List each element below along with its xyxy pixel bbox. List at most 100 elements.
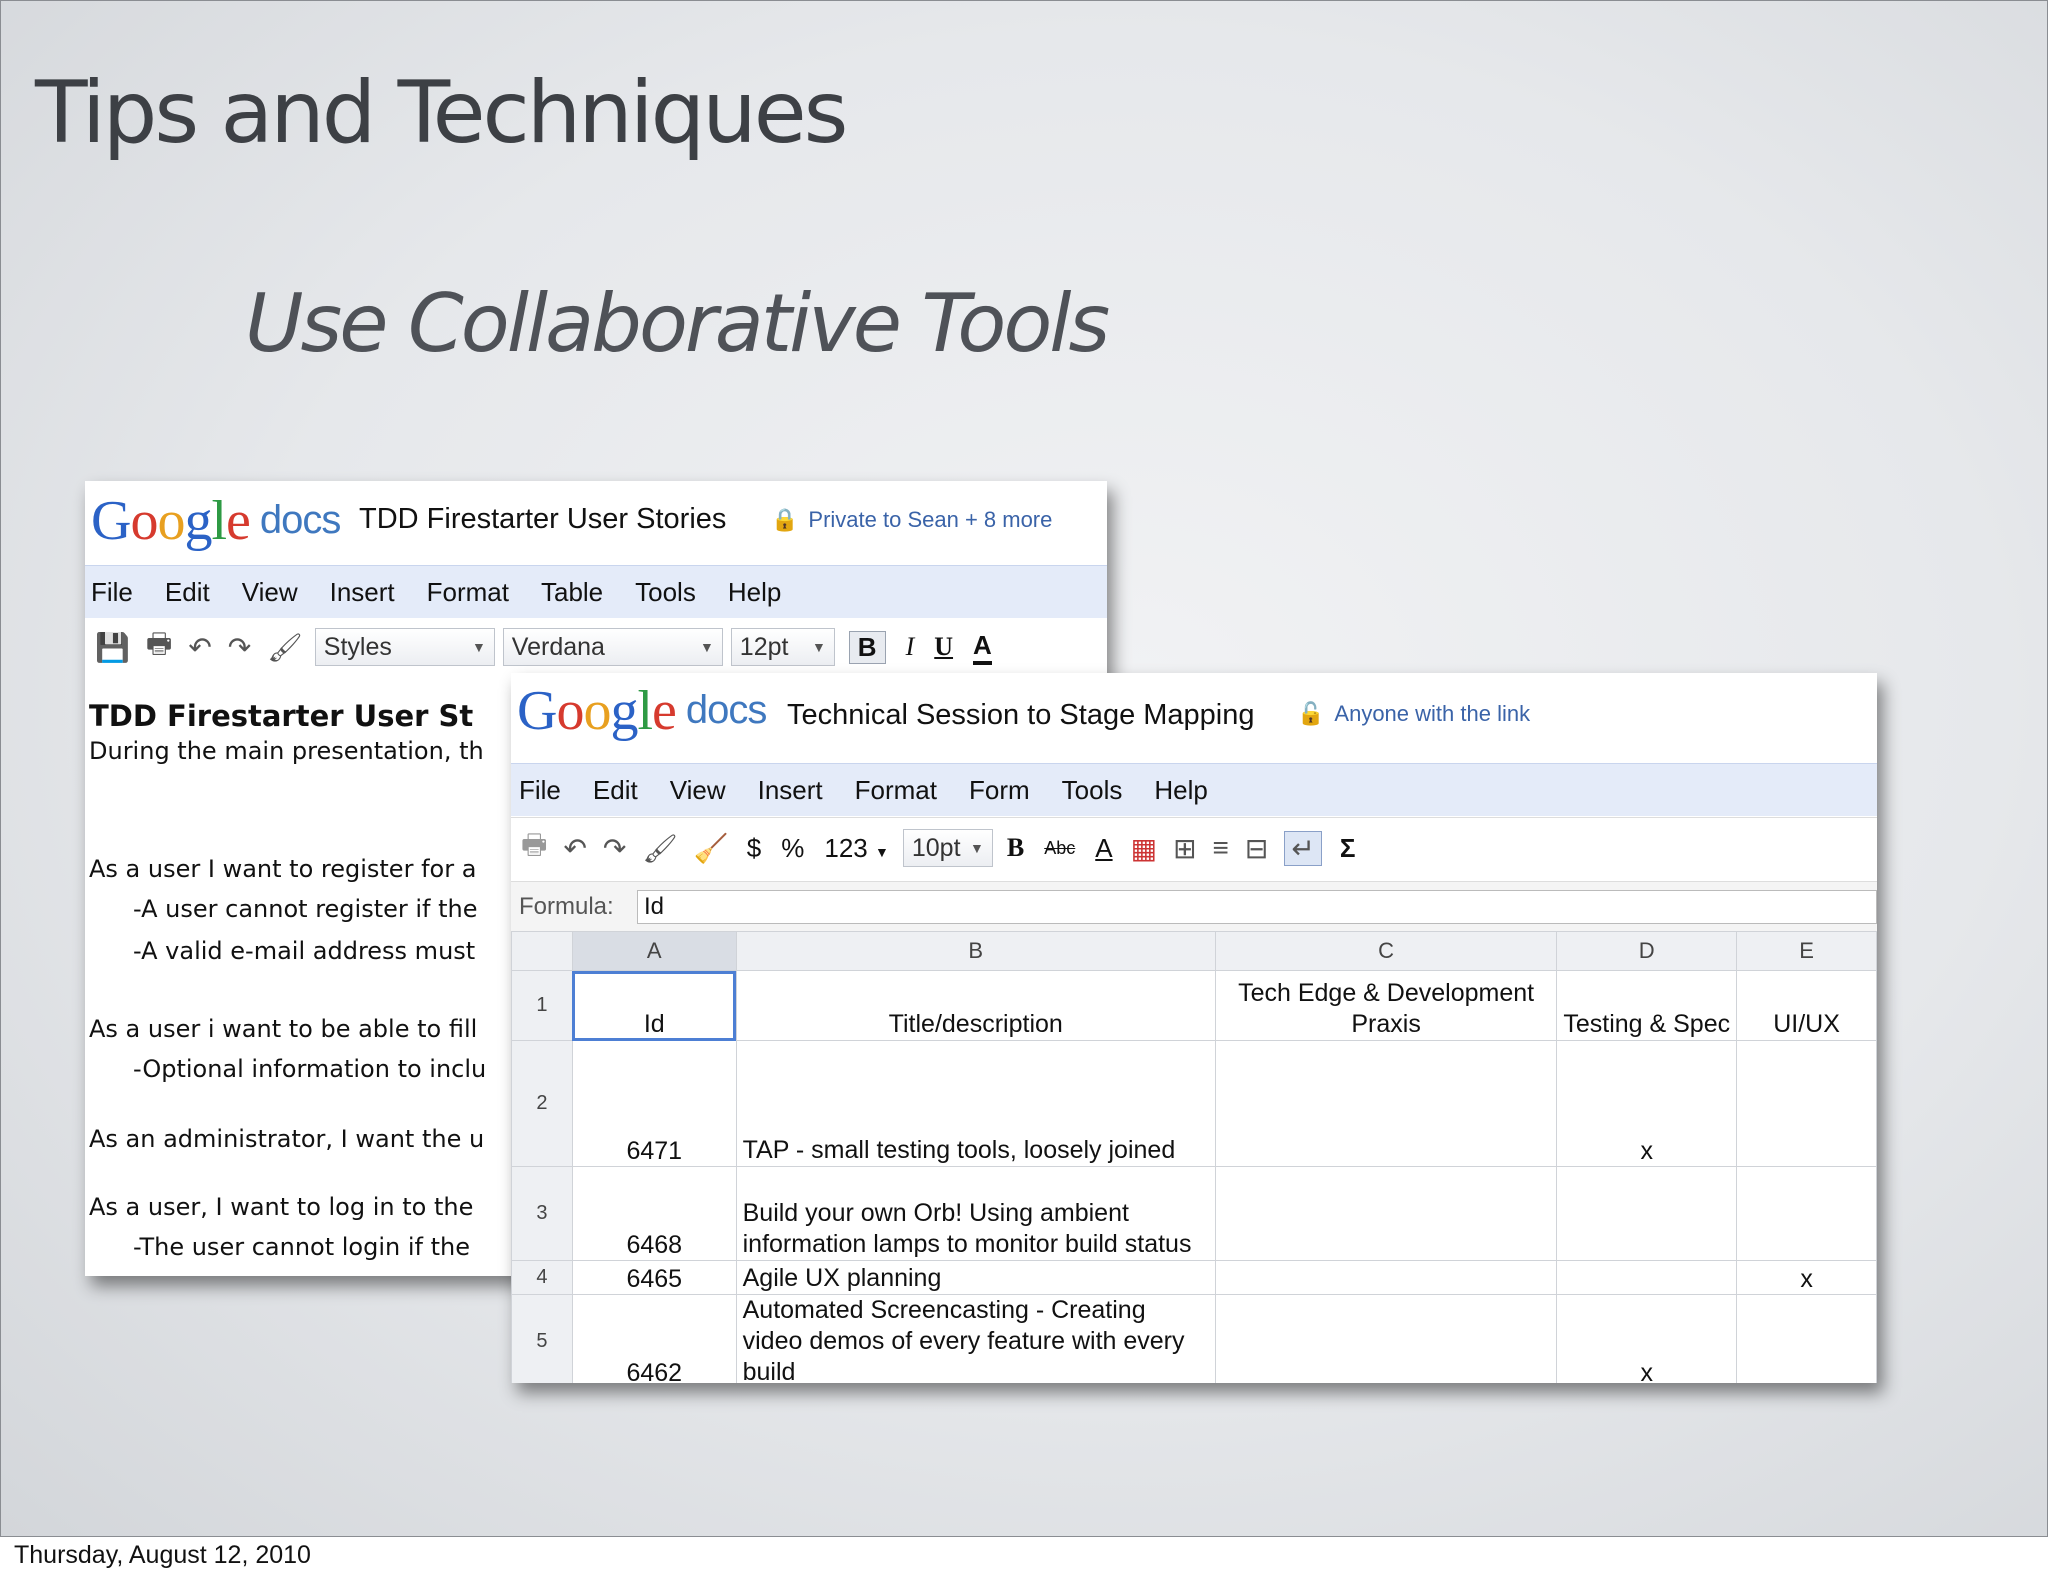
cell-d1[interactable]: Testing & Spec [1556,970,1738,1041]
cell-c1[interactable]: Tech Edge & Development Praxis [1214,970,1558,1041]
menu-file[interactable]: File [91,577,133,608]
row-header[interactable]: 1 [511,970,573,1041]
menu-view[interactable]: View [670,775,726,806]
save-icon[interactable]: 💾 [95,631,130,664]
bold-button[interactable]: B [1007,833,1024,863]
sharing-status[interactable]: 🔒 Private to Sean + 8 more [771,507,1052,533]
cell-c5[interactable] [1214,1294,1558,1383]
row-header[interactable]: 2 [511,1040,573,1167]
cell-d2[interactable]: x [1556,1040,1738,1167]
font-size-dropdown[interactable]: 12pt ▼ [730,628,835,666]
italic-button[interactable]: I [906,632,915,662]
redo-icon[interactable]: ↷ [603,832,626,865]
currency-format-button[interactable]: $ [747,833,761,864]
paint-format-icon[interactable]: 🖌 [642,832,678,865]
menu-format[interactable]: Format [855,775,937,806]
cell-d5[interactable]: x [1556,1294,1738,1383]
print-icon[interactable]: 🖶 [521,824,547,872]
sum-button[interactable]: Σ [1340,833,1356,864]
strikethrough-button[interactable]: Abc [1044,838,1075,859]
cell-a2[interactable]: 6471 [571,1040,737,1167]
font-size-dropdown[interactable]: 10pt ▼ [902,829,993,867]
align-icon[interactable]: ≡ [1213,832,1229,864]
google-docs-logo[interactable]: Google docs [91,489,341,553]
row-header[interactable]: 3 [511,1166,573,1261]
doc-toolbar: 💾 🖶 ↶ ↷ 🖌 Styles ▼ Verdana ▼ 12pt ▼ B I U A [85,617,1107,677]
cell-c2[interactable] [1214,1040,1558,1167]
menu-tools[interactable]: Tools [635,577,696,608]
slide: Tips and Techniques Use Collaborative To… [0,0,2048,1537]
doc-menubar: File Edit View Insert Format Table Tools… [85,565,1107,618]
menu-tools[interactable]: Tools [1062,775,1123,806]
text-color-button[interactable]: A [973,630,992,665]
google-docs-logo[interactable]: Google docs [517,679,767,743]
cell-a1[interactable]: Id [571,970,737,1041]
cell-e2[interactable] [1736,1040,1877,1167]
corner-cell[interactable] [511,931,573,971]
menu-format[interactable]: Format [427,577,509,608]
percent-format-button[interactable]: % [781,833,804,864]
cell-e5[interactable] [1736,1294,1877,1383]
menu-table[interactable]: Table [541,577,603,608]
cell-b2[interactable]: TAP - small testing tools, loosely joine… [735,1040,1216,1167]
row-header[interactable]: 5 [511,1294,573,1383]
text-color-button[interactable]: A [1095,833,1112,864]
body-line: -The user cannot login if the [133,1233,470,1261]
fill-color-icon[interactable]: ▦ [1131,832,1157,865]
table-row: 5 6462 Automated Screencasting - Creatin… [511,1294,1877,1383]
menu-file[interactable]: File [519,775,561,806]
undo-icon[interactable]: ↶ [563,832,586,865]
document-title[interactable]: TDD Firestarter User Stories [359,503,726,536]
cell-a3[interactable]: 6468 [571,1166,737,1261]
cell-e3[interactable] [1736,1166,1877,1261]
cell-e4[interactable]: x [1736,1260,1877,1295]
cell-d4[interactable] [1556,1260,1738,1295]
menu-help[interactable]: Help [728,577,781,608]
spreadsheet-grid: A B C D E 1 Id Title/description Tech Ed… [511,931,1877,1383]
cell-c3[interactable] [1214,1166,1558,1261]
underline-button[interactable]: U [934,632,953,662]
row-header[interactable]: 4 [511,1260,573,1295]
wrap-text-icon[interactable]: ↵ [1284,830,1322,866]
cell-a4[interactable]: 6465 [571,1260,737,1295]
cell-d3[interactable] [1556,1166,1738,1261]
table-row: 2 6471 TAP - small testing tools, loosel… [511,1040,1877,1167]
paint-format-icon[interactable]: 🖌 [267,631,303,664]
menu-form[interactable]: Form [969,775,1030,806]
font-dropdown[interactable]: Verdana ▼ [502,628,723,666]
body-line: As a user i want to be able to fill [89,1015,478,1043]
styles-dropdown[interactable]: Styles ▼ [314,628,495,666]
cell-e1[interactable]: UI/UX [1736,970,1877,1041]
table-row: 3 6468 Build your own Orb! Using ambient… [511,1166,1877,1261]
spreadsheet-title[interactable]: Technical Session to Stage Mapping [787,699,1255,732]
cell-b3[interactable]: Build your own Orb! Using ambient inform… [735,1166,1216,1261]
clear-format-icon[interactable]: 🧹 [694,832,729,865]
menu-view[interactable]: View [242,577,298,608]
formula-input[interactable]: Id [637,890,1877,924]
cell-b5[interactable]: Automated Screencasting - Creating video… [735,1294,1216,1383]
print-icon[interactable]: 🖶 [146,623,172,671]
cell-c4[interactable] [1214,1260,1558,1295]
number-format-button[interactable]: 123 ▼ [824,833,888,864]
sharing-status[interactable]: 🔓 Anyone with the link [1297,701,1530,727]
cell-b4[interactable]: Agile UX planning [735,1260,1216,1295]
chevron-down-icon: ▼ [875,843,889,860]
redo-icon[interactable]: ↷ [228,631,251,664]
bold-button[interactable]: B [848,630,886,664]
cell-a5[interactable]: 6462 [571,1294,737,1383]
merge-cells-icon[interactable]: ⊟ [1245,832,1268,865]
column-header-d[interactable]: D [1556,931,1738,971]
column-header-b[interactable]: B [735,931,1216,971]
menu-insert[interactable]: Insert [330,577,395,608]
column-header-a[interactable]: A [571,931,737,971]
cell-b1[interactable]: Title/description [735,970,1216,1041]
menu-help[interactable]: Help [1154,775,1207,806]
chevron-down-icon: ▼ [699,639,714,655]
menu-insert[interactable]: Insert [758,775,823,806]
menu-edit[interactable]: Edit [593,775,638,806]
menu-edit[interactable]: Edit [165,577,210,608]
column-header-c[interactable]: C [1214,931,1558,971]
undo-icon[interactable]: ↶ [188,631,211,664]
borders-icon[interactable]: ⊞ [1173,832,1196,865]
column-header-e[interactable]: E [1736,931,1877,971]
